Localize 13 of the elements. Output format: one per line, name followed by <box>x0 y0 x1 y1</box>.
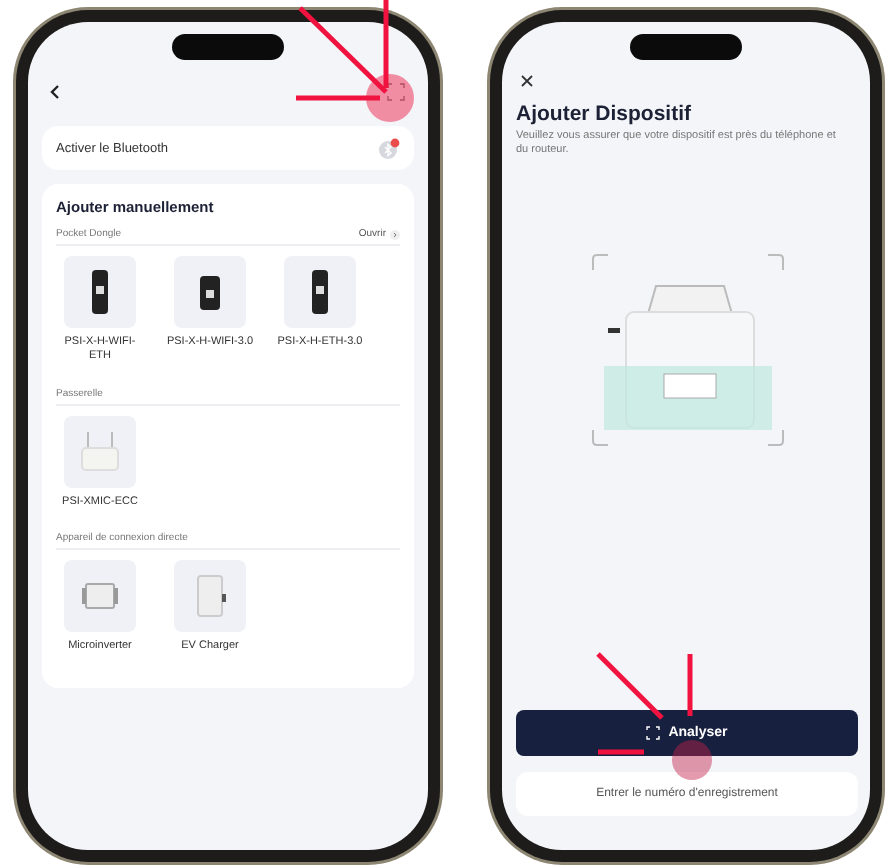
device-image[interactable] <box>174 256 246 328</box>
scan-icon <box>646 726 661 740</box>
screen-title: Ajouter Dispositif <box>516 102 694 126</box>
highlight-circle <box>672 740 712 780</box>
device-image[interactable] <box>284 256 356 328</box>
close-icon[interactable] <box>520 74 534 88</box>
dynamic-island <box>630 34 742 60</box>
chevron-icon[interactable] <box>390 229 400 239</box>
device-image[interactable] <box>64 256 136 328</box>
dynamic-island <box>172 34 284 60</box>
bluetooth-icon[interactable] <box>378 137 400 159</box>
back-icon[interactable] <box>50 84 60 100</box>
highlight-circle <box>366 74 414 122</box>
